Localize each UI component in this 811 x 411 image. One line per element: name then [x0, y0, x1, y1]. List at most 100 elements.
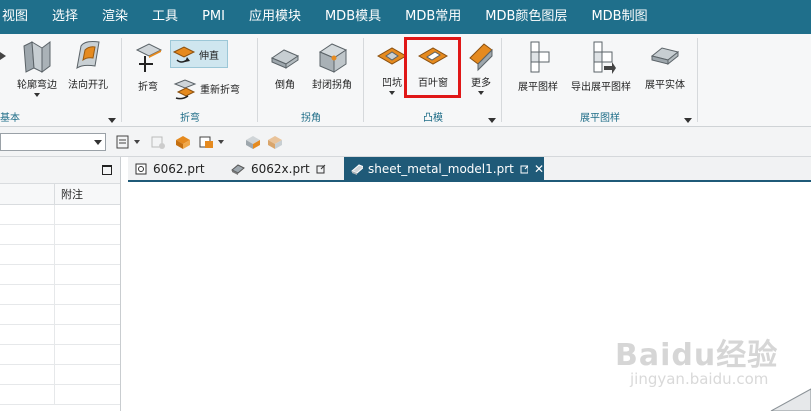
chamfer-icon — [270, 49, 300, 69]
menu-applications[interactable]: 应用模块 — [237, 0, 313, 34]
table-row[interactable] — [0, 305, 120, 325]
tab-6062x[interactable]: 6062x.prt — [224, 157, 342, 180]
export-flat-pattern-button[interactable]: 导出展平图样 — [566, 38, 636, 93]
external-window-icon[interactable] — [316, 164, 326, 174]
external-window-icon[interactable] — [520, 164, 528, 174]
menu-mdb-color-layer[interactable]: MDB颜色图层 — [473, 0, 579, 34]
flat-solid-label: 展平实体 — [645, 80, 685, 91]
arrow-icon — [0, 52, 6, 60]
group-emboss: 凹坑 百叶窗 更多 凸模 — [364, 34, 502, 127]
dimple-dropdown-icon[interactable] — [389, 91, 395, 95]
table-row[interactable] — [0, 385, 120, 405]
chamfer-label: 倒角 — [275, 80, 295, 91]
normal-cutout-button[interactable]: 法向开孔 — [62, 38, 114, 91]
document-tabs: 6062.prt 6062x.prt sheet_metal_model1.pr… — [128, 157, 811, 182]
menu-select[interactable]: 选择 — [40, 0, 90, 34]
drawing-file-icon — [135, 163, 147, 174]
selection-toolbar — [0, 127, 811, 157]
type-filter-select[interactable] — [0, 133, 106, 151]
unbend-label: 伸直 — [199, 50, 219, 62]
column-name[interactable] — [0, 184, 55, 204]
menu-render[interactable]: 渲染 — [90, 0, 140, 34]
fold-button[interactable]: 折弯 — [128, 38, 168, 93]
tab-6062-label: 6062.prt — [153, 161, 205, 176]
filter-icon[interactable] — [116, 134, 144, 150]
table-row[interactable] — [0, 325, 120, 345]
close-tab-button[interactable]: ✕ — [534, 162, 544, 176]
menu-mdb-drawing[interactable]: MDB制图 — [579, 0, 659, 34]
baidu-watermark-logo: Baidu经验 — [615, 338, 779, 373]
select-face-icon[interactable] — [198, 134, 228, 150]
flat-pattern-icon — [530, 41, 550, 73]
table-row[interactable] — [0, 225, 120, 245]
more-shapes-icon — [469, 43, 493, 72]
contour-flange-dropdown-icon[interactable] — [34, 93, 40, 97]
louver-button[interactable]: 百叶窗 — [408, 42, 458, 89]
menu-pmi[interactable]: PMI — [190, 0, 237, 34]
flat-solid-button[interactable]: 展平实体 — [638, 40, 692, 91]
fold-label: 折弯 — [138, 82, 158, 93]
closed-corner-button[interactable]: 封闭拐角 — [306, 40, 358, 91]
flat-pattern-label: 展平图样 — [518, 82, 558, 93]
closed-corner-label: 封闭拐角 — [312, 80, 352, 91]
maximize-icon[interactable] — [102, 165, 112, 175]
table-row[interactable] — [0, 345, 120, 365]
panel-header — [0, 157, 120, 183]
group-basic-more-icon[interactable] — [108, 118, 116, 123]
louver-label: 百叶窗 — [418, 78, 448, 89]
menu-mdb-mold[interactable]: MDB模具 — [313, 0, 393, 34]
menu-view[interactable]: 视图 — [0, 0, 40, 34]
menu-tools[interactable]: 工具 — [140, 0, 190, 34]
group-emboss-more-icon[interactable] — [488, 118, 496, 123]
ribbon: 轮廓弯边 法向开孔 基本 折弯 伸直 重新折弯 折弯 倒角 封闭拐角 拐角 凹坑… — [0, 34, 811, 127]
group-corner: 倒角 封闭拐角 拐角 — [258, 34, 364, 127]
shaded-view-icon[interactable] — [244, 134, 262, 150]
contour-flange-label: 轮廓弯边 — [17, 80, 57, 91]
group-corner-label: 拐角 — [301, 113, 321, 124]
flat-solid-icon — [650, 47, 680, 66]
group-bend-label: 折弯 — [180, 113, 200, 124]
part-navigator-panel: 附注 — [0, 157, 121, 411]
more-dropdown-icon[interactable] — [478, 91, 484, 95]
select-feature-icon[interactable] — [150, 134, 168, 150]
column-note[interactable]: 附注 — [55, 184, 120, 204]
normal-cutout-label: 法向开孔 — [68, 80, 108, 91]
chamfer-button[interactable]: 倒角 — [266, 40, 304, 91]
group-basic: 轮廓弯边 法向开孔 基本 — [0, 34, 122, 127]
unbend-button[interactable]: 伸直 — [170, 40, 228, 68]
group-flat-more-icon[interactable] — [684, 118, 692, 123]
menu-bar: 视图 选择 渲染 工具 PMI 应用模块 MDB模具 MDB常用 MDB颜色图层… — [0, 0, 811, 34]
flat-pattern-button[interactable]: 展平图样 — [512, 38, 564, 93]
tab-6062[interactable]: 6062.prt — [128, 157, 222, 180]
tab-sheet-metal-model1-label: sheet_metal_model1.prt — [367, 161, 514, 176]
contour-flange-button[interactable]: 轮廓弯边 — [10, 38, 64, 97]
group-emboss-label: 凸模 — [423, 113, 443, 124]
menu-mdb-common[interactable]: MDB常用 — [393, 0, 473, 34]
table-row[interactable] — [0, 365, 120, 385]
tab-sheet-metal-model1[interactable]: sheet_metal_model1.prt ✕ — [344, 157, 544, 180]
group-flat-pattern-label: 展平图样 — [580, 113, 620, 124]
group-flat-pattern: 展平图样 导出展平图样 展平实体 展平图样 — [502, 34, 698, 127]
closed-corner-icon — [318, 43, 348, 73]
rebend-button[interactable]: 重新折弯 — [172, 76, 254, 100]
more-button[interactable]: 更多 — [464, 40, 498, 95]
louver-icon — [417, 47, 449, 65]
panel-column-headers: 附注 — [0, 183, 120, 205]
more-label: 更多 — [471, 78, 491, 89]
tab-6062x-label: 6062x.prt — [251, 161, 310, 176]
sheet-metal-file-icon — [351, 163, 363, 175]
rebend-label: 重新折弯 — [200, 84, 240, 96]
export-flat-pattern-label: 导出展平图样 — [571, 82, 631, 93]
group-bend: 折弯 伸直 重新折弯 折弯 — [122, 34, 258, 127]
contour-flange-icon — [23, 41, 51, 73]
table-row[interactable] — [0, 265, 120, 285]
part-file-icon — [231, 163, 245, 175]
table-row[interactable] — [0, 205, 120, 225]
wireframe-view-icon[interactable] — [266, 134, 284, 150]
unbend-icon — [172, 46, 196, 63]
select-body-icon[interactable] — [174, 134, 192, 150]
table-row[interactable] — [0, 245, 120, 265]
table-row[interactable] — [0, 285, 120, 305]
baidu-watermark-url: jingyan.baidu.com — [630, 370, 769, 388]
export-flat-pattern-icon — [593, 41, 616, 74]
